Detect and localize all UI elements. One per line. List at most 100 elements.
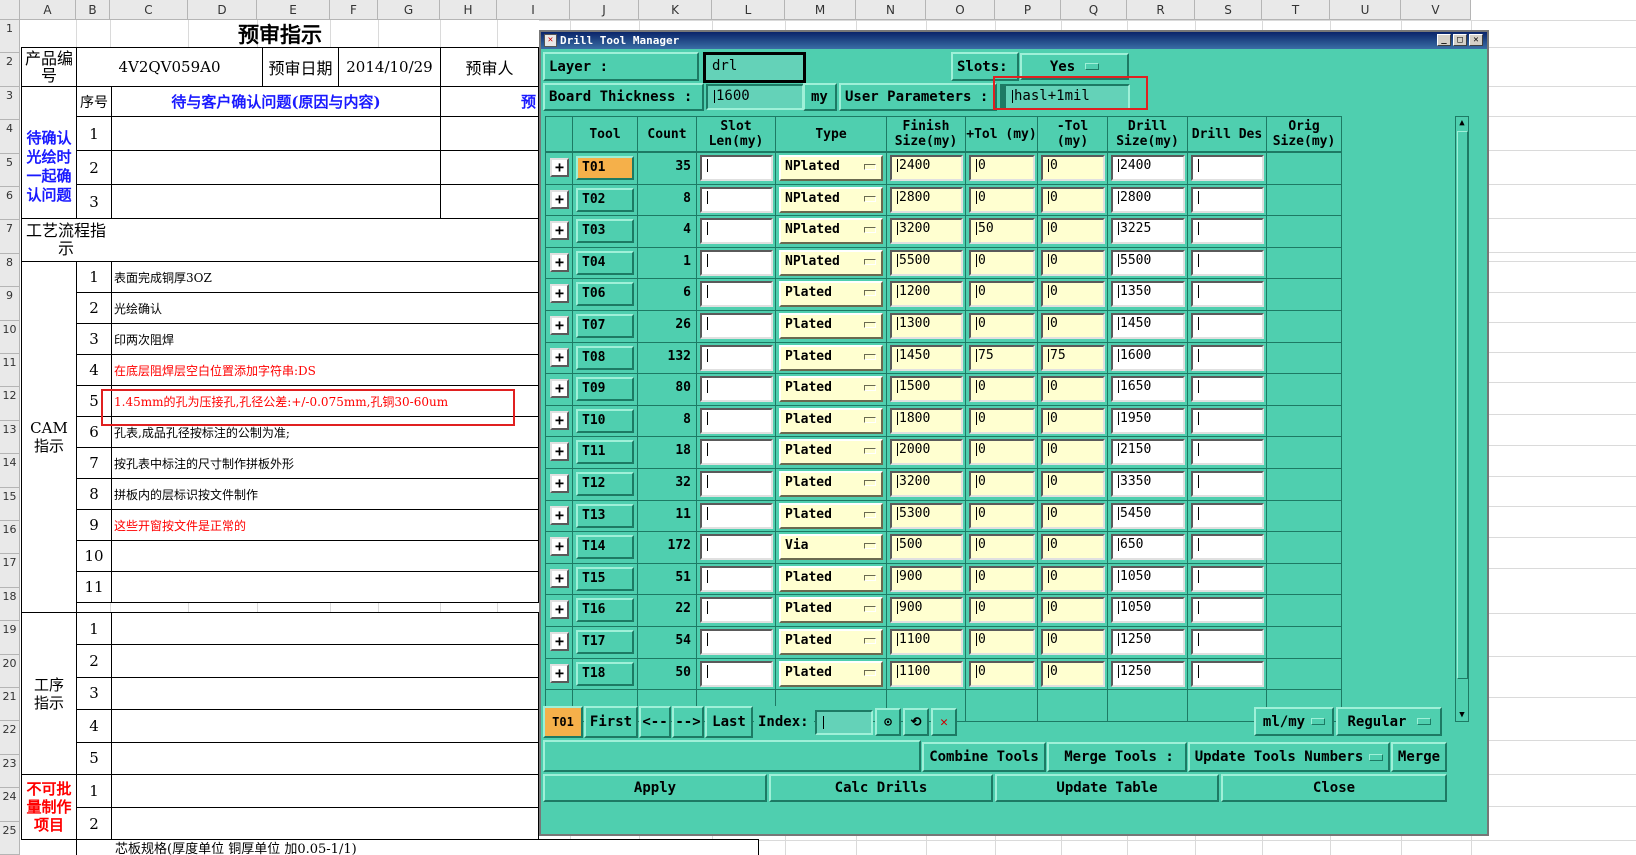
plus-tol-input[interactable]: 0 <box>969 313 1035 339</box>
drill-des-input[interactable] <box>1191 376 1264 403</box>
date-value[interactable]: 2014/10/29 <box>338 47 441 87</box>
row-header-11[interactable]: 11 <box>0 354 20 388</box>
units-option[interactable]: ml/my <box>1254 707 1334 736</box>
expand-plus-icon[interactable]: + <box>550 221 569 241</box>
tool-button[interactable]: T12 <box>576 472 634 496</box>
merge-button[interactable]: Merge <box>1391 742 1447 772</box>
type-option[interactable]: Plated <box>779 597 883 624</box>
finish-size-input[interactable]: 1800 <box>890 407 963 434</box>
first-button[interactable]: First <box>584 706 638 738</box>
finish-size-input[interactable]: 1100 <box>890 660 963 687</box>
expand-plus-icon[interactable]: + <box>550 568 569 588</box>
slot-len-input[interactable] <box>700 629 773 655</box>
row-header-1[interactable]: 1 <box>0 20 20 54</box>
expand-plus-icon[interactable]: + <box>550 600 569 620</box>
update-table-button[interactable]: Update Table <box>995 774 1219 802</box>
minus-tol-input[interactable]: 0 <box>1041 186 1105 213</box>
drill-des-input[interactable] <box>1191 565 1264 592</box>
tool-button[interactable]: T11 <box>576 440 634 465</box>
finish-size-input[interactable]: 900 <box>890 565 963 592</box>
finish-size-input[interactable]: 3200 <box>890 471 963 497</box>
col-header-b[interactable]: B <box>76 0 110 20</box>
type-option[interactable]: Plated <box>779 281 883 308</box>
expand-plus-icon[interactable]: + <box>550 158 569 177</box>
minus-tol-input[interactable]: 0 <box>1041 218 1105 245</box>
tool-button[interactable]: T01 <box>576 156 634 180</box>
slot-len-input[interactable] <box>700 376 773 403</box>
drill-size-input[interactable]: 5500 <box>1111 249 1185 276</box>
product-value[interactable]: 4V2QV059A0 <box>76 47 263 87</box>
expand-plus-icon[interactable]: + <box>550 410 569 430</box>
mode-option[interactable]: Regular <box>1336 707 1442 736</box>
col-header-l[interactable]: L <box>712 0 785 20</box>
row-header-15[interactable]: 15 <box>0 487 20 521</box>
slot-len-input[interactable] <box>700 218 773 245</box>
tool-button[interactable]: T07 <box>576 314 634 338</box>
type-option[interactable]: NPlated <box>779 249 883 276</box>
expand-plus-icon[interactable]: + <box>550 663 569 683</box>
row-header-10[interactable]: 10 <box>0 320 20 354</box>
type-option[interactable]: Plated <box>779 376 883 403</box>
row-header-18[interactable]: 18 <box>0 587 20 622</box>
row-header-22[interactable]: 22 <box>0 721 20 755</box>
finish-size-input[interactable]: 1450 <box>890 344 963 371</box>
type-option[interactable]: Plated <box>779 407 883 434</box>
close-window-button[interactable]: ✕ <box>1469 34 1483 46</box>
type-option[interactable]: Via <box>779 534 883 561</box>
plus-tol-input[interactable]: 0 <box>969 534 1035 561</box>
last-button[interactable]: Last <box>705 706 753 738</box>
drill-size-input[interactable]: 5450 <box>1111 502 1185 529</box>
calc-drills-button[interactable]: Calc Drills <box>769 774 993 802</box>
type-option[interactable]: Plated <box>779 471 883 497</box>
plus-tol-input[interactable]: 0 <box>969 281 1035 308</box>
minus-tol-input[interactable]: 0 <box>1041 629 1105 655</box>
col-header-g[interactable]: G <box>378 0 440 20</box>
plus-tol-input[interactable]: 0 <box>969 407 1035 434</box>
minimize-button[interactable]: _ <box>1437 34 1451 46</box>
plus-tol-input[interactable]: 75 <box>969 344 1035 371</box>
scroll-up-icon[interactable]: ▲ <box>1457 117 1467 129</box>
finish-size-input[interactable]: 500 <box>890 534 963 561</box>
drill-size-input[interactable]: 1050 <box>1111 565 1185 592</box>
drill-size-input[interactable]: 650 <box>1111 534 1185 561</box>
finish-size-input[interactable]: 1300 <box>890 313 963 339</box>
row-header-24[interactable]: 24 <box>0 788 20 822</box>
dialog-titlebar[interactable]: ✕ Drill Tool Manager _ □ ✕ <box>541 32 1487 49</box>
expand-plus-icon[interactable]: + <box>550 379 569 399</box>
cam-row-text[interactable]: 印两次阻焊 <box>111 323 539 355</box>
type-option[interactable]: Plated <box>779 439 883 466</box>
finish-size-input[interactable]: 1500 <box>890 376 963 403</box>
drill-size-input[interactable]: 1600 <box>1111 344 1185 371</box>
slot-len-input[interactable] <box>700 186 773 213</box>
type-option[interactable]: NPlated <box>779 218 883 245</box>
col-header-q[interactable]: Q <box>1061 0 1127 20</box>
drill-des-input[interactable] <box>1191 155 1264 181</box>
row-header-21[interactable]: 21 <box>0 688 20 722</box>
finish-size-input[interactable]: 5300 <box>890 502 963 529</box>
minus-tol-input[interactable]: 0 <box>1041 281 1105 308</box>
minus-tol-input[interactable]: 0 <box>1041 376 1105 403</box>
scroll-thumb[interactable] <box>1457 131 1468 679</box>
drill-size-input[interactable]: 2400 <box>1111 155 1185 181</box>
row-header-9[interactable]: 9 <box>0 287 20 321</box>
type-option[interactable]: Plated <box>779 565 883 592</box>
cam-row-text[interactable]: 在底层阻焊层空白位置添加字符串:DS <box>111 354 539 386</box>
plus-tol-input[interactable]: 0 <box>969 186 1035 213</box>
delete-icon[interactable]: ✕ <box>931 708 957 736</box>
slot-len-input[interactable] <box>700 597 773 624</box>
minus-tol-input[interactable]: 0 <box>1041 502 1105 529</box>
col-header-t[interactable]: T <box>1262 0 1330 20</box>
drill-des-input[interactable] <box>1191 249 1264 276</box>
col-header-f[interactable]: F <box>330 0 378 20</box>
cam-row-text[interactable]: 这些开窗按文件是正常的 <box>111 509 539 541</box>
layer-field[interactable]: drl <box>703 52 806 83</box>
minus-tol-input[interactable]: 0 <box>1041 155 1105 181</box>
row-header-20[interactable]: 20 <box>0 654 20 688</box>
update-numbers-option[interactable]: Update Tools Numbers <box>1188 742 1390 772</box>
slot-len-input[interactable] <box>700 249 773 276</box>
cam-row-text[interactable]: 拼板内的层标识按文件制作 <box>111 478 539 510</box>
combine-tools-button[interactable]: Combine Tools <box>922 742 1046 772</box>
type-option[interactable]: NPlated <box>779 186 883 213</box>
type-option[interactable]: Plated <box>779 629 883 655</box>
slot-len-input[interactable] <box>700 407 773 434</box>
